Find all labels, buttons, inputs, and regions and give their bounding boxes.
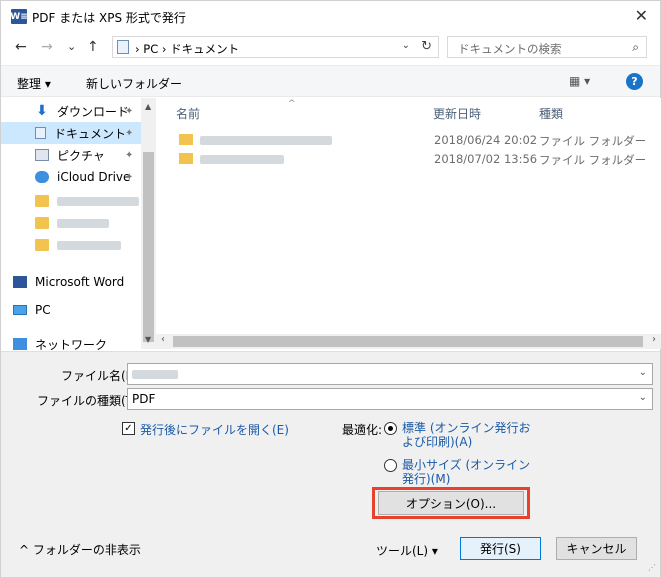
- nav-item-folder-blurred-2[interactable]: [1, 212, 141, 234]
- documents-folder-icon: [117, 40, 129, 54]
- refresh-icon[interactable]: ↻: [421, 39, 432, 54]
- pin-icon[interactable]: ✦: [125, 106, 133, 117]
- table-row[interactable]: 2018/07/02 13:56 ファイル フォルダー: [156, 150, 661, 168]
- file-type: ファイル フォルダー: [539, 134, 647, 148]
- file-list: 名前 ^ 更新日時 種類 2018/06/24 20:02 ファイル フォルダー…: [156, 98, 661, 334]
- nav-item-label: PC: [35, 303, 51, 317]
- nav-item-pc[interactable]: PC: [1, 299, 141, 321]
- scroll-right-icon[interactable]: ›: [652, 334, 656, 345]
- address-path[interactable]: › PC › ドキュメント: [135, 41, 239, 57]
- title-bar: W≡ PDF または XPS 形式で発行 ✕: [1, 1, 660, 33]
- optimize-standard-radio[interactable]: [384, 422, 397, 435]
- word-app-icon: W≡: [10, 9, 28, 24]
- download-arrow-icon: ⬇: [36, 103, 48, 119]
- pc-icon: [13, 305, 27, 315]
- filename-field[interactable]: ⌄: [127, 363, 653, 385]
- folder-icon: [179, 153, 193, 164]
- folder-icon: [35, 217, 49, 229]
- blurred-folder-name: [57, 196, 139, 206]
- open-after-publish-checkbox[interactable]: ✓: [122, 422, 135, 435]
- scroll-left-icon[interactable]: ‹: [161, 334, 165, 345]
- sort-ascending-icon: ^: [288, 99, 296, 109]
- chevron-down-icon[interactable]: ⌄: [639, 392, 647, 403]
- optimize-label: 最適化:: [342, 423, 383, 437]
- network-icon: [13, 338, 27, 350]
- pictures-icon: [35, 149, 49, 161]
- blurred-folder-name: [57, 240, 121, 250]
- help-icon[interactable]: ?: [626, 73, 643, 90]
- nav-item-label: ドキュメント: [54, 126, 127, 141]
- window-title: PDF または XPS 形式で発行: [32, 11, 186, 25]
- pin-icon[interactable]: ✦: [125, 128, 133, 139]
- address-bar[interactable]: › PC › ドキュメント ⌄ ↻: [112, 36, 439, 58]
- nav-item-folder-blurred-3[interactable]: [1, 234, 141, 256]
- blurred-folder-name: [57, 218, 109, 228]
- nav-item-pictures[interactable]: ピクチャ ✦: [1, 144, 141, 166]
- nav-item-label: Microsoft Word: [35, 275, 125, 289]
- address-row: ← → ⌄ ↑ › PC › ドキュメント ⌄ ↻ ドキュメントの検索 ⌕: [1, 35, 660, 61]
- blurred-file-name: [200, 136, 332, 145]
- file-type: ファイル フォルダー: [539, 153, 647, 167]
- table-row[interactable]: 2018/06/24 20:02 ファイル フォルダー: [156, 131, 661, 149]
- options-highlight-box: [372, 487, 530, 519]
- nav-item-downloads[interactable]: ⬇ ダウンロード ✦: [1, 100, 141, 122]
- pin-icon[interactable]: ✦: [125, 150, 133, 161]
- folder-icon: [179, 134, 193, 145]
- tools-menu[interactable]: ツール(L) ▾: [376, 542, 438, 559]
- optimize-minimum-radio[interactable]: [384, 459, 397, 472]
- blurred-file-name: [200, 155, 284, 164]
- forward-arrow-icon[interactable]: →: [41, 39, 53, 55]
- folder-icon: [35, 239, 49, 251]
- optimize-standard-label[interactable]: 標準 (オンライン発行および印刷)(A): [402, 421, 540, 449]
- view-options-icon[interactable]: ▦ ▾: [569, 74, 590, 88]
- close-icon[interactable]: ✕: [635, 6, 648, 25]
- nav-item-folder-blurred-1[interactable]: [1, 190, 141, 212]
- scrollbar-thumb[interactable]: [173, 336, 643, 347]
- cancel-button[interactable]: キャンセル: [556, 537, 637, 560]
- recent-locations-chevron-icon[interactable]: ⌄: [67, 40, 76, 53]
- nav-item-label: iCloud Drive: [57, 170, 131, 184]
- back-arrow-icon[interactable]: ←: [15, 39, 27, 55]
- nav-item-microsoft-word[interactable]: Microsoft Word: [1, 271, 141, 293]
- filetype-value: PDF: [132, 392, 156, 406]
- navigation-pane: ⬇ ダウンロード ✦ ドキュメント ✦ ピクチャ ✦ iCloud Drive …: [1, 98, 156, 352]
- scrollbar-thumb[interactable]: [143, 152, 154, 342]
- column-header-name[interactable]: 名前: [176, 105, 200, 122]
- scroll-down-icon[interactable]: ▼: [145, 335, 151, 344]
- file-list-horizontal-scrollbar[interactable]: ‹ ›: [156, 334, 661, 349]
- search-input[interactable]: ドキュメントの検索 ⌕: [447, 36, 647, 58]
- documents-icon: [35, 127, 46, 139]
- scroll-up-icon[interactable]: ▲: [145, 102, 151, 111]
- nav-item-documents[interactable]: ドキュメント ✦: [1, 122, 141, 144]
- chevron-down-icon[interactable]: ⌄: [639, 367, 647, 378]
- open-after-publish-label[interactable]: 発行後にファイルを開く(E): [140, 421, 289, 438]
- new-folder-button[interactable]: 新しいフォルダー: [86, 75, 182, 92]
- resize-grip-icon[interactable]: ⋰: [648, 563, 656, 572]
- file-date: 2018/06/24 20:02: [434, 133, 538, 147]
- nav-item-label: ネットワーク: [35, 337, 108, 352]
- search-placeholder: ドキュメントの検索: [458, 42, 562, 56]
- organize-button[interactable]: 整理 ▾: [17, 75, 51, 92]
- file-date: 2018/07/02 13:56: [434, 152, 538, 166]
- column-header-type[interactable]: 種類: [539, 105, 563, 122]
- blurred-filename-value: [132, 370, 178, 379]
- folder-icon: [35, 195, 49, 207]
- nav-item-icloud-drive[interactable]: iCloud Drive ✦: [1, 166, 141, 188]
- address-dropdown-icon[interactable]: ⌄: [402, 40, 410, 51]
- column-header-date[interactable]: 更新日時: [433, 105, 481, 122]
- icloud-icon: [35, 171, 49, 183]
- word-icon: [13, 276, 27, 288]
- publish-button[interactable]: 発行(S): [460, 537, 541, 560]
- nav-item-label: ピクチャ: [57, 148, 105, 163]
- pin-icon[interactable]: ✦: [125, 172, 133, 183]
- nav-vertical-scrollbar[interactable]: ▲ ▼: [141, 98, 156, 349]
- publish-dialog: W≡ PDF または XPS 形式で発行 ✕ ← → ⌄ ↑ › PC › ドキ…: [0, 0, 661, 577]
- nav-item-label: ダウンロード: [57, 104, 130, 119]
- command-toolbar: 整理 ▾ 新しいフォルダー ▦ ▾ ?: [1, 65, 660, 97]
- filetype-select[interactable]: PDF ⌄: [127, 388, 653, 410]
- up-arrow-icon[interactable]: ↑: [87, 39, 99, 55]
- hide-folders-toggle[interactable]: ^ フォルダーの非表示: [19, 541, 141, 558]
- search-icon[interactable]: ⌕: [632, 40, 639, 55]
- optimize-minimum-label[interactable]: 最小サイズ (オンライン発行)(M): [402, 458, 540, 486]
